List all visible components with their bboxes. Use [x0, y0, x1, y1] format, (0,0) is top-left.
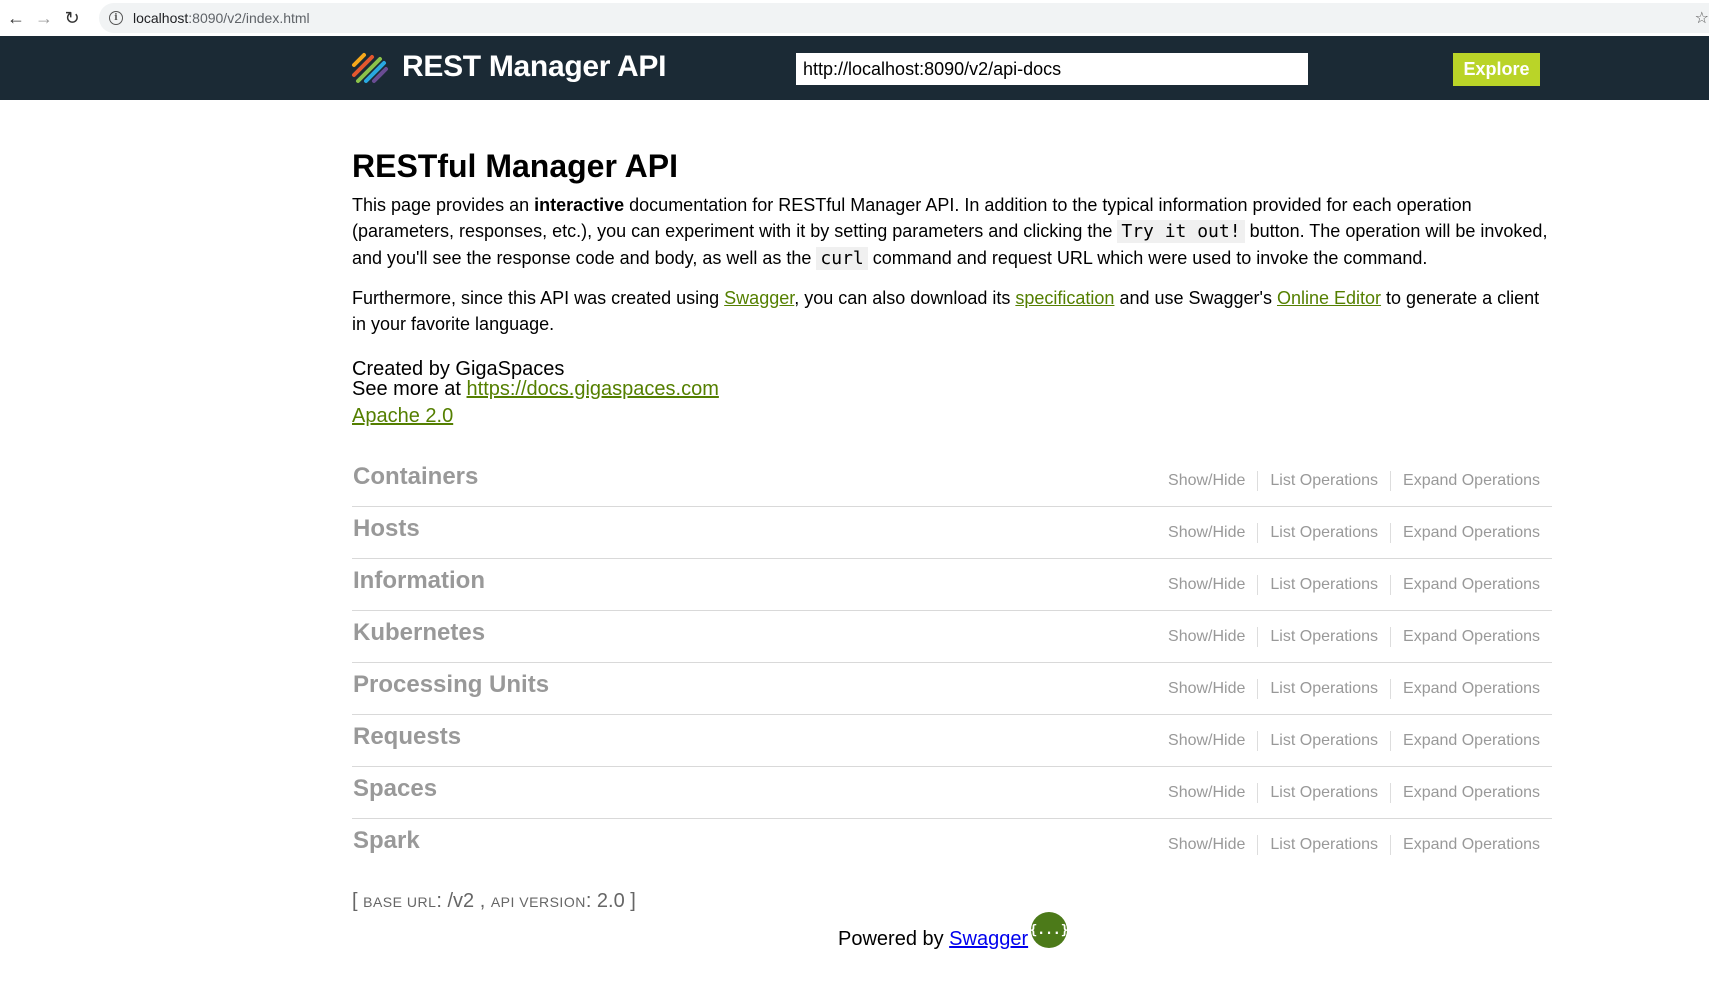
base-url-info: [ BASE URL: /v2 , API VERSION: 2.0 ]: [352, 890, 636, 913]
powered-label: Powered by: [838, 928, 950, 950]
resource-operations: Show/Hide List Operations Expand Operation…: [1156, 471, 1540, 491]
show-hide-link[interactable]: Show/Hide: [1156, 835, 1259, 855]
resource-row: Spark Show/Hide List Operations Expand Oper…: [352, 819, 1552, 871]
created-by: Created by GigaSpaces: [352, 358, 565, 380]
show-hide-link[interactable]: Show/Hide: [1156, 575, 1259, 595]
resource-row: Hosts Show/Hide List Operations Expand Oper…: [352, 507, 1552, 559]
resource-operations: Show/Hide List Operations Expand Operation…: [1156, 783, 1540, 803]
list-operations-link[interactable]: List Operations: [1258, 523, 1392, 543]
see-more-label: See more at: [352, 378, 467, 400]
show-hide-link[interactable]: Show/Hide: [1156, 783, 1259, 803]
resource-row: Containers Show/Hide List Operations Expand…: [352, 455, 1552, 507]
api-version-value: : 2.0 ]: [585, 890, 636, 912]
resource-name[interactable]: Spaces: [353, 775, 437, 803]
resource-row: Spaces Show/Hide List Operations Expand Ope…: [352, 767, 1552, 819]
resource-name[interactable]: Requests: [353, 723, 461, 751]
description-paragraph-1: This page provides an interactive docume…: [352, 192, 1552, 272]
resource-row: Requests Show/Hide List Operations Expand O…: [352, 715, 1552, 767]
show-hide-link[interactable]: Show/Hide: [1156, 679, 1259, 699]
list-operations-link[interactable]: List Operations: [1258, 575, 1392, 595]
forward-arrow-icon[interactable]: →: [30, 4, 58, 32]
resource-name[interactable]: Information: [353, 567, 485, 595]
resource-name[interactable]: Containers: [353, 463, 478, 491]
info-icon[interactable]: i: [109, 11, 123, 25]
resource-operations: Show/Hide List Operations Expand Operation…: [1156, 731, 1540, 751]
base-url-label: BASE URL: [363, 894, 437, 910]
powered-swagger-link[interactable]: Swagger: [949, 928, 1028, 950]
specification-link[interactable]: specification: [1015, 288, 1114, 308]
expand-operations-link[interactable]: Expand Operations: [1391, 679, 1540, 699]
expand-operations-link[interactable]: Expand Operations: [1391, 731, 1540, 751]
address-bar[interactable]: i localhost:8090/v2/index.html: [99, 3, 1709, 33]
expand-operations-link[interactable]: Expand Operations: [1391, 835, 1540, 855]
show-hide-link[interactable]: Show/Hide: [1156, 731, 1259, 751]
expand-operations-link[interactable]: Expand Operations: [1391, 471, 1540, 491]
explore-button[interactable]: Explore: [1453, 53, 1540, 86]
resource-operations: Show/Hide List Operations Expand Operation…: [1156, 575, 1540, 595]
license-link[interactable]: Apache 2.0: [352, 405, 453, 427]
text-span: and use Swagger's: [1114, 288, 1277, 308]
bookmark-star-icon[interactable]: ☆: [1695, 8, 1709, 28]
text-span: command and request URL which were used …: [867, 248, 1428, 268]
list-operations-link[interactable]: List Operations: [1258, 627, 1392, 647]
list-operations-link[interactable]: List Operations: [1258, 835, 1392, 855]
address-text: localhost:8090/v2/index.html: [133, 10, 310, 26]
text-span: , you can also download its: [794, 288, 1016, 308]
url-path: :8090/v2/index.html: [188, 10, 310, 26]
resource-operations: Show/Hide List Operations Expand Operation…: [1156, 679, 1540, 699]
resource-name[interactable]: Spark: [353, 827, 420, 855]
list-operations-link[interactable]: List Operations: [1258, 679, 1392, 699]
expand-operations-link[interactable]: Expand Operations: [1391, 575, 1540, 595]
see-more: See more at https://docs.gigaspaces.com: [352, 379, 719, 399]
code-curl: curl: [816, 247, 868, 270]
spec-url-input[interactable]: [796, 53, 1308, 85]
resource-row: Processing Units Show/Hide List Operations…: [352, 663, 1552, 715]
text-span: Furthermore, since this API was created …: [352, 288, 725, 308]
resource-row: Information Show/Hide List Operations Expan…: [352, 559, 1552, 611]
swagger-link[interactable]: Swagger: [724, 288, 794, 308]
expand-operations-link[interactable]: Expand Operations: [1391, 783, 1540, 803]
api-version-label: API VERSION: [490, 894, 586, 910]
expand-operations-link[interactable]: Expand Operations: [1391, 627, 1540, 647]
resource-operations: Show/Hide List Operations Expand Operation…: [1156, 835, 1540, 855]
code-try-it-out: Try it out!: [1117, 220, 1245, 243]
api-title: RESTful Manager API: [352, 148, 678, 184]
list-operations-link[interactable]: List Operations: [1258, 783, 1392, 803]
list-operations-link[interactable]: List Operations: [1258, 471, 1392, 491]
resource-list: Containers Show/Hide List Operations Expand…: [352, 455, 1552, 871]
show-hide-link[interactable]: Show/Hide: [1156, 627, 1259, 647]
url-host: localhost: [133, 10, 189, 26]
browser-toolbar: ← → ↻ i localhost:8090/v2/index.html ☆: [0, 0, 1709, 36]
resource-name[interactable]: Kubernetes: [353, 619, 485, 647]
description-paragraph-2: Furthermore, since this API was created …: [352, 285, 1552, 337]
back-arrow-icon[interactable]: ←: [2, 4, 30, 32]
brand-title: REST Manager API: [402, 50, 667, 83]
expand-operations-link[interactable]: Expand Operations: [1391, 523, 1540, 543]
powered-by: Powered by Swagger: [838, 928, 1028, 951]
reload-icon[interactable]: ↻: [58, 4, 86, 32]
resource-name[interactable]: Hosts: [353, 515, 420, 543]
bracket-open: [: [352, 890, 364, 912]
docs-link[interactable]: https://docs.gigaspaces.com: [467, 378, 719, 400]
base-url-value: : /v2 ,: [436, 890, 491, 912]
list-operations-link[interactable]: List Operations: [1258, 731, 1392, 751]
resource-operations: Show/Hide List Operations Expand Operation…: [1156, 523, 1540, 543]
api-description: This page provides an interactive docume…: [352, 192, 1552, 350]
bold-text: interactive: [534, 195, 625, 215]
text-span: This page provides an: [352, 195, 535, 215]
license: Apache 2.0: [352, 406, 453, 426]
resource-row: Kubernetes Show/Hide List Operations Expand…: [352, 611, 1552, 663]
resource-operations: Show/Hide List Operations Expand Operation…: [1156, 627, 1540, 647]
show-hide-link[interactable]: Show/Hide: [1156, 523, 1259, 543]
show-hide-link[interactable]: Show/Hide: [1156, 471, 1259, 491]
swagger-header: REST Manager API Explore: [0, 36, 1709, 100]
logo-icon: [352, 53, 388, 83]
online-editor-link[interactable]: Online Editor: [1277, 288, 1381, 308]
resource-name[interactable]: Processing Units: [353, 671, 549, 699]
swagger-badge-icon[interactable]: {...}: [1029, 912, 1069, 948]
